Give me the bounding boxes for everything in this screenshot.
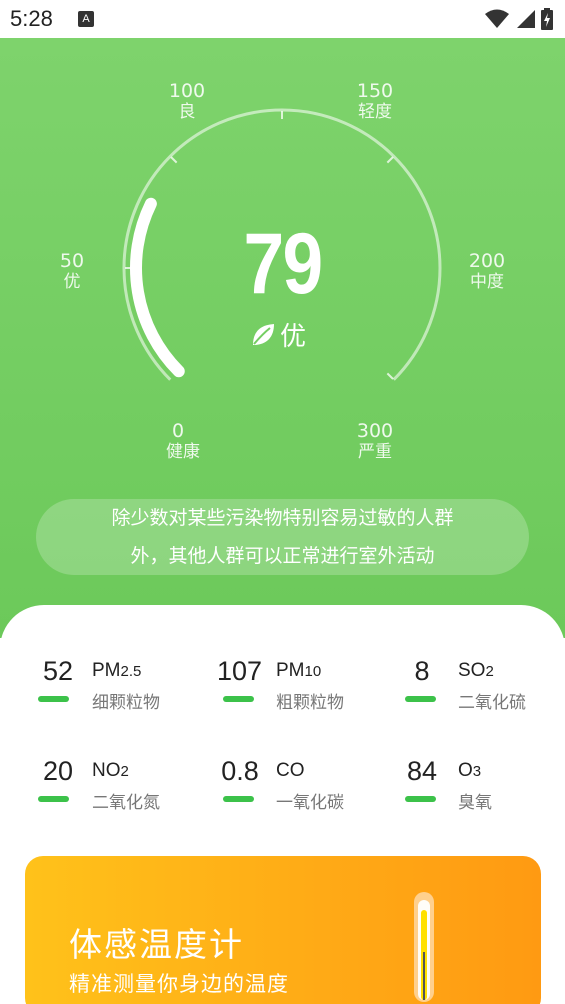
pollutant-code: CO	[276, 760, 305, 781]
pollutant-pm10[interactable]: 107 PM10 粗颗粒物	[217, 656, 370, 716]
status-icons	[485, 8, 553, 30]
gauge-tick	[170, 156, 178, 164]
pollutant-co[interactable]: 0.8 CO 一氧化碳	[220, 756, 370, 816]
pollutant-indicator	[405, 696, 436, 702]
pollutant-name: 细颗粒物	[92, 693, 160, 713]
leaf-icon	[253, 323, 274, 345]
pollutant-indicator	[38, 796, 69, 802]
pollutant-indicator	[223, 796, 254, 802]
scale-label-50: 50 优	[59, 250, 85, 292]
scale-label-100: 100 良	[168, 80, 206, 122]
banner-subtitle: 精准测量你身边的温度	[69, 972, 289, 996]
health-advice-line-2: 外，其他人群可以正常进行室外活动	[130, 545, 435, 567]
health-advice: 除少数对某些污染物特别容易过敏的人群 外，其他人群可以正常进行室外活动	[36, 499, 529, 575]
pollutant-indicator	[223, 696, 254, 702]
pollutant-so2[interactable]: 8 SO2 二氧化硫	[402, 656, 552, 716]
thermometer-banner[interactable]: 体感温度计 精准测量你身边的温度	[25, 856, 541, 1004]
aqi-value: 79	[243, 216, 324, 312]
pollutant-o3[interactable]: 84 O3 臭氧	[402, 756, 552, 816]
pollutant-no2[interactable]: 20 NO2 二氧化氮	[38, 756, 188, 816]
aqi-level: 优	[250, 316, 306, 353]
pollutant-name: 臭氧	[458, 793, 492, 813]
thermometer-icon	[414, 892, 434, 1002]
scale-label-0: 0 健康	[166, 420, 200, 462]
wifi-icon	[485, 9, 509, 28]
pollutant-code: NO2	[92, 760, 129, 781]
aqi-level-text: 优	[280, 322, 307, 352]
banner-title: 体感温度计	[69, 925, 244, 964]
notification-a-icon: A	[78, 11, 94, 27]
signal-icon	[517, 10, 535, 28]
pollutant-code: SO2	[458, 660, 494, 681]
pollutant-name: 一氧化碳	[276, 793, 344, 813]
status-bar: 5:28 A	[0, 0, 565, 38]
battery-icon	[541, 8, 553, 30]
gauge-progress	[130, 197, 185, 378]
pollutant-pm25[interactable]: 52 PM2.5 细颗粒物	[38, 656, 188, 716]
pollutant-value: 20	[42, 756, 74, 786]
scale-label-300: 300 严重	[356, 420, 394, 462]
pollutant-indicator	[38, 696, 69, 702]
pollutant-value: 84	[406, 756, 438, 786]
pollutant-value: 107	[217, 656, 263, 686]
pollutant-name: 二氧化硫	[458, 693, 526, 713]
pollutant-value: 52	[42, 656, 74, 686]
pollutant-code: PM2.5	[92, 660, 142, 681]
gauge-tick	[386, 156, 394, 164]
gauge-tick	[386, 372, 394, 380]
status-time: 5:28	[10, 6, 53, 31]
health-advice-line-1: 除少数对某些污染物特别容易过敏的人群	[111, 507, 454, 529]
pollutant-value: 8	[414, 656, 430, 686]
scale-label-150: 150 轻度	[356, 80, 394, 122]
pollutant-name: 粗颗粒物	[276, 693, 344, 713]
scale-label-200: 200 中度	[468, 250, 506, 292]
pollutant-value: 0.8	[221, 756, 259, 786]
pollutant-indicator	[405, 796, 436, 802]
pollutant-name: 二氧化氮	[92, 793, 160, 813]
pollutant-code: PM10	[276, 660, 322, 681]
pollutant-code: O3	[458, 760, 482, 781]
